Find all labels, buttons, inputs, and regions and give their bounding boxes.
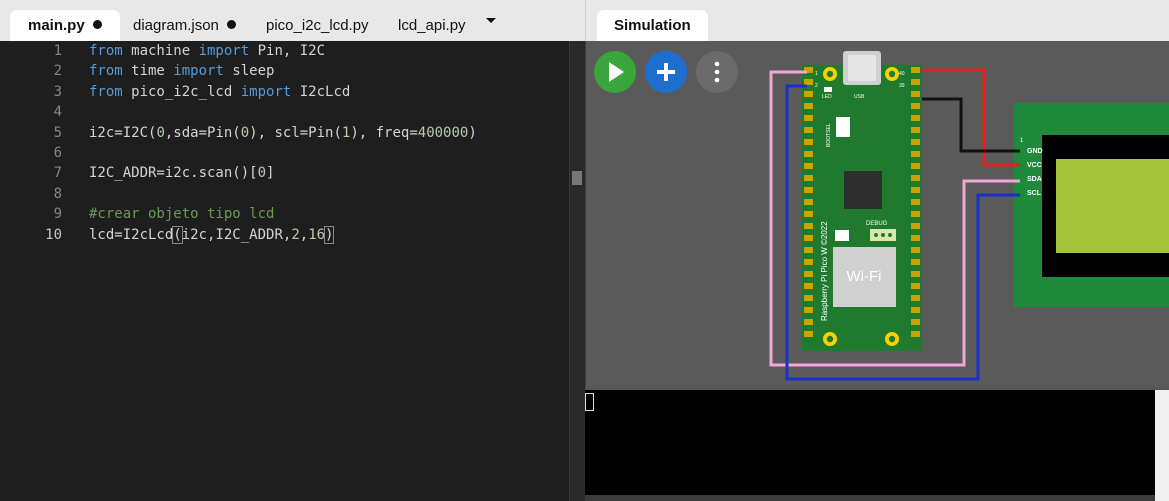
wire-black[interactable] — [922, 97, 1020, 153]
editor-tab-bar: main.py diagram.json pico_i2c_lcd.py lcd… — [0, 0, 585, 41]
wifi-logo: Wi-Fi — [847, 268, 882, 285]
bootsel-label: BOOTSEL — [826, 123, 832, 147]
code-line[interactable]: 3 from pico_i2c_lcd import I2cLcd — [0, 82, 569, 102]
line-number: 3 — [53, 83, 62, 100]
line-number: 2 — [53, 63, 62, 80]
line-number: 8 — [53, 185, 62, 202]
lcd-pin-vcc: VCC — [1027, 162, 1042, 169]
code-line[interactable]: 5 i2c=I2C(0,sda=Pin(0), scl=Pin(1), freq=… — [0, 123, 569, 143]
line-number: 9 — [53, 206, 62, 223]
lcd-pin-sda: SDA — [1027, 176, 1042, 183]
line-number: 5 — [53, 124, 62, 141]
pin2-label: 2 — [815, 83, 818, 89]
lcd-pin-gnd: GND — [1027, 148, 1043, 155]
lcd-module[interactable]: 1 GND VCC SDA SCL — [1014, 103, 1169, 307]
debug-label: DEBUG — [866, 221, 888, 227]
tab-label: lcd_api.py — [398, 17, 466, 34]
code-line[interactable]: 9 #crear objeto tipo lcd — [0, 204, 569, 224]
tab-label: diagram.json — [133, 17, 219, 34]
board-model-text: Raspberry Pi Pico W ©2022 — [820, 221, 829, 321]
code-line[interactable]: 7 I2C_ADDR=i2c.scan()[0] — [0, 163, 569, 183]
tab-diagram-json[interactable]: diagram.json — [133, 10, 236, 41]
tab-main-py[interactable]: main.py — [10, 10, 120, 41]
horizontal-scrollbar[interactable] — [585, 495, 1155, 501]
tab-label: pico_i2c_lcd.py — [266, 17, 369, 34]
pane-splitter[interactable] — [569, 41, 585, 501]
code-text: from time import sleep — [89, 63, 275, 80]
usb-label: USB — [854, 94, 865, 100]
tab-simulation[interactable]: Simulation — [597, 10, 708, 41]
add-part-button[interactable] — [645, 51, 687, 93]
more-menu-button[interactable] — [696, 51, 738, 93]
code-text: from pico_i2c_lcd import I2cLcd — [89, 83, 351, 100]
pin1-label: 1 — [815, 71, 818, 77]
led-label: LED — [822, 94, 832, 100]
line-number: 1 — [53, 43, 62, 59]
pico-w-board[interactable]: LED USB 1 2 40 39 BOOTSEL DEBUG Wi-Fi Ra… — [802, 51, 922, 351]
lcd-pin-scl: SCL — [1027, 190, 1042, 197]
unsaved-dot-icon — [92, 20, 102, 29]
code-editor[interactable]: 1 from machine import Pin, I2C 2 from time… — [0, 41, 569, 501]
bootsel-button[interactable] — [836, 117, 850, 137]
tab-lcd-api-py[interactable]: lcd_api.py — [398, 10, 466, 41]
play-button[interactable] — [594, 51, 636, 93]
simulation-tab-bar: Simulation — [585, 0, 1169, 41]
line-number: 10 — [45, 226, 62, 243]
code-text: lcd=I2cLcd(i2c,I2C_ADDR,2,16) — [89, 225, 335, 244]
pin39-label: 39 — [899, 83, 905, 89]
code-text: from machine import Pin, I2C — [89, 43, 326, 59]
line-number: 6 — [53, 144, 62, 161]
code-line[interactable]: 2 from time import sleep — [0, 61, 569, 81]
code-line[interactable]: 1 from machine import Pin, I2C — [0, 41, 569, 61]
caret-down-icon[interactable] — [484, 14, 498, 28]
splitter-handle-icon[interactable] — [572, 171, 582, 185]
line-number: 4 — [53, 104, 62, 121]
code-lines[interactable]: 1 from machine import Pin, I2C 2 from time… — [0, 41, 569, 245]
code-text: I2C_ADDR=i2c.scan()[0] — [89, 165, 275, 182]
line-number: 7 — [53, 165, 62, 182]
serial-monitor[interactable] — [585, 387, 1169, 501]
code-line[interactable]: 4 — [0, 102, 569, 122]
app-window: main.py diagram.json pico_i2c_lcd.py lcd… — [0, 0, 1169, 501]
simulation-canvas[interactable]: 1 GND VCC SDA SCL LED USB 1 2 40 39 BOOT… — [585, 41, 1169, 387]
code-line[interactable]: 6 — [0, 143, 569, 163]
code-line[interactable]: 8 — [0, 184, 569, 204]
more-vertical-icon — [714, 61, 720, 83]
text-cursor — [585, 393, 594, 411]
code-text: #crear objeto tipo lcd — [89, 206, 275, 223]
rp2040-chip — [844, 171, 882, 209]
tab-label: main.py — [28, 17, 85, 34]
unsaved-dot-icon — [226, 20, 236, 29]
tab-pico-i2c-lcd-py[interactable]: pico_i2c_lcd.py — [266, 10, 369, 41]
vertical-scrollbar[interactable] — [1155, 390, 1169, 501]
code-line-current[interactable]: 10 lcd=I2cLcd(i2c,I2C_ADDR,2,16) — [0, 225, 569, 245]
pin40-label: 40 — [899, 71, 905, 77]
code-text: i2c=I2C(0,sda=Pin(0), scl=Pin(1), freq=4… — [89, 124, 477, 141]
